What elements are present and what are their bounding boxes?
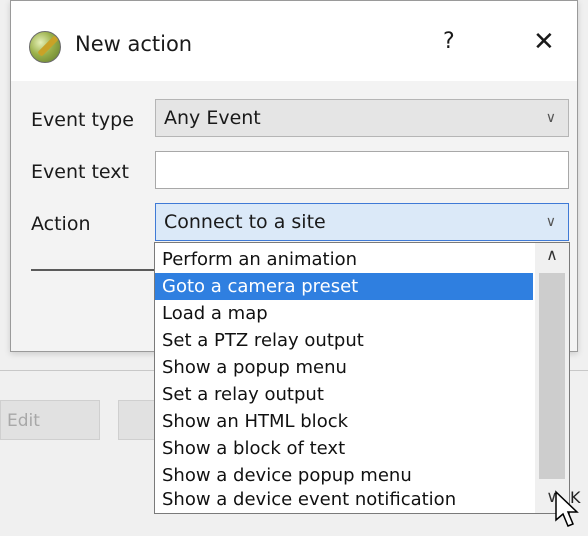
mouse-cursor-icon: [555, 490, 579, 527]
dropdown-scrollbar[interactable]: ∧ ∨: [535, 243, 569, 513]
dropdown-item[interactable]: Show a popup menu: [155, 354, 533, 381]
dropdown-item[interactable]: Show a block of text: [155, 435, 533, 462]
action-value: Connect to a site: [164, 211, 326, 233]
edit-button[interactable]: Edit: [0, 400, 100, 440]
dropdown-item[interactable]: Set a relay output: [155, 381, 533, 408]
dropdown-item[interactable]: Set a PTZ relay output: [155, 327, 533, 354]
divider: [31, 269, 161, 271]
chevron-down-icon: ∨: [545, 110, 556, 126]
help-button[interactable]: ?: [443, 29, 455, 54]
scroll-up-icon[interactable]: ∧: [535, 245, 569, 264]
action-label: Action: [31, 213, 91, 235]
event-type-label: Event type: [31, 109, 134, 131]
dropdown-item[interactable]: Show an HTML block: [155, 408, 533, 435]
action-dropdown-list[interactable]: Perform an animation Goto a camera prese…: [154, 242, 570, 514]
event-text-label: Event text: [31, 161, 129, 183]
dialog-title: New action: [75, 32, 193, 56]
chevron-down-icon: ∨: [545, 214, 556, 230]
dropdown-item-selected[interactable]: Goto a camera preset: [155, 273, 533, 300]
event-type-value: Any Event: [164, 107, 261, 129]
dropdown-item[interactable]: Show a device popup menu: [155, 462, 533, 489]
dropdown-item[interactable]: Load a map: [155, 300, 533, 327]
dropdown-item[interactable]: Perform an animation: [155, 246, 533, 273]
close-button[interactable]: ✕: [533, 27, 555, 57]
title-bar: New action ? ✕: [11, 1, 577, 81]
scrollbar-thumb[interactable]: [539, 273, 565, 479]
app-logo-icon: [29, 31, 61, 63]
action-select[interactable]: Connect to a site ∨: [155, 203, 569, 241]
background-button[interactable]: [118, 400, 158, 440]
event-text-field[interactable]: [155, 151, 569, 189]
event-type-select[interactable]: Any Event ∨: [155, 99, 569, 137]
dropdown-item[interactable]: Show a device event notification: [155, 486, 533, 513]
